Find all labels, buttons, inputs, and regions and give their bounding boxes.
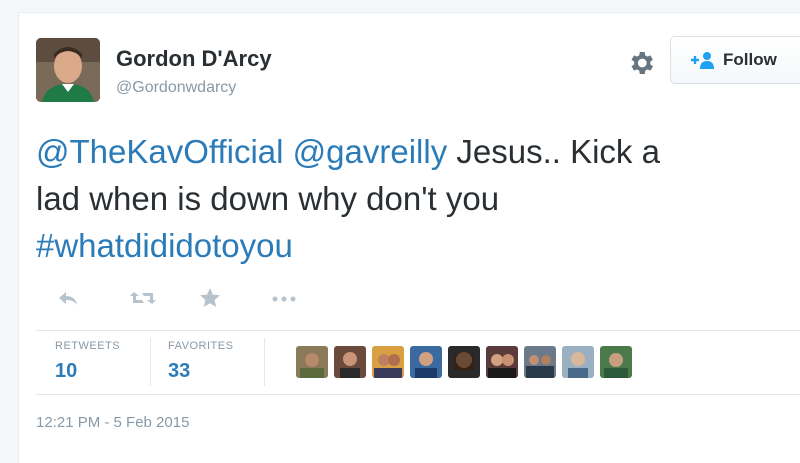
gear-icon-glyph (631, 52, 653, 74)
tweet-line-1: @TheKavOfficial @gavreilly Jesus.. Kick … (36, 128, 796, 175)
favoriter-avatar[interactable] (486, 346, 518, 378)
favoriter-avatar[interactable] (334, 346, 366, 378)
follow-label: Follow (723, 50, 777, 69)
retweets-label: RETWEETS (55, 340, 121, 352)
mention-link[interactable]: @TheKavOfficial (36, 133, 283, 170)
favoriter-avatar[interactable] (600, 346, 632, 378)
reply-icon[interactable] (56, 286, 80, 315)
tweet-text-fragment: Jesus.. Kick a (447, 133, 660, 170)
avatar-image (36, 38, 100, 102)
divider (36, 394, 800, 395)
favoriter-avatar[interactable] (410, 346, 442, 378)
favoriter-avatar[interactable] (296, 346, 328, 378)
tweet-text: @TheKavOfficial @gavreilly Jesus.. Kick … (36, 128, 796, 269)
favorites-label: FAVORITES (168, 340, 234, 352)
favoriter-avatar[interactable] (372, 346, 404, 378)
stat-separator (264, 338, 265, 386)
hashtag-link[interactable]: #whatdididotoyou (36, 227, 293, 264)
user-handle[interactable]: @Gordonwdarcy (116, 79, 236, 97)
favoriter-avatar[interactable] (448, 346, 480, 378)
favoriter-avatar[interactable] (562, 346, 594, 378)
retweet-icon[interactable] (128, 286, 158, 315)
divider (36, 330, 800, 331)
add-user-icon (689, 51, 715, 69)
tweet-line-2: lad when is down why don't you (36, 180, 500, 217)
tweet-timestamp[interactable]: 12:21 PM - 5 Feb 2015 (36, 414, 189, 431)
more-icon[interactable] (270, 292, 298, 310)
retweets-count[interactable]: 10 (55, 360, 77, 383)
favoriter-avatar[interactable] (524, 346, 556, 378)
gear-icon[interactable] (626, 48, 656, 78)
stat-separator (150, 338, 151, 386)
user-name[interactable]: Gordon D'Arcy (116, 46, 272, 72)
tweet-line-3: #whatdididotoyou (36, 222, 796, 269)
avatar[interactable] (36, 38, 100, 102)
star-icon[interactable] (198, 286, 222, 315)
follow-button[interactable]: Follow (670, 36, 800, 84)
mention-link[interactable]: @gavreilly (293, 133, 448, 170)
favorites-count[interactable]: 33 (168, 360, 190, 383)
